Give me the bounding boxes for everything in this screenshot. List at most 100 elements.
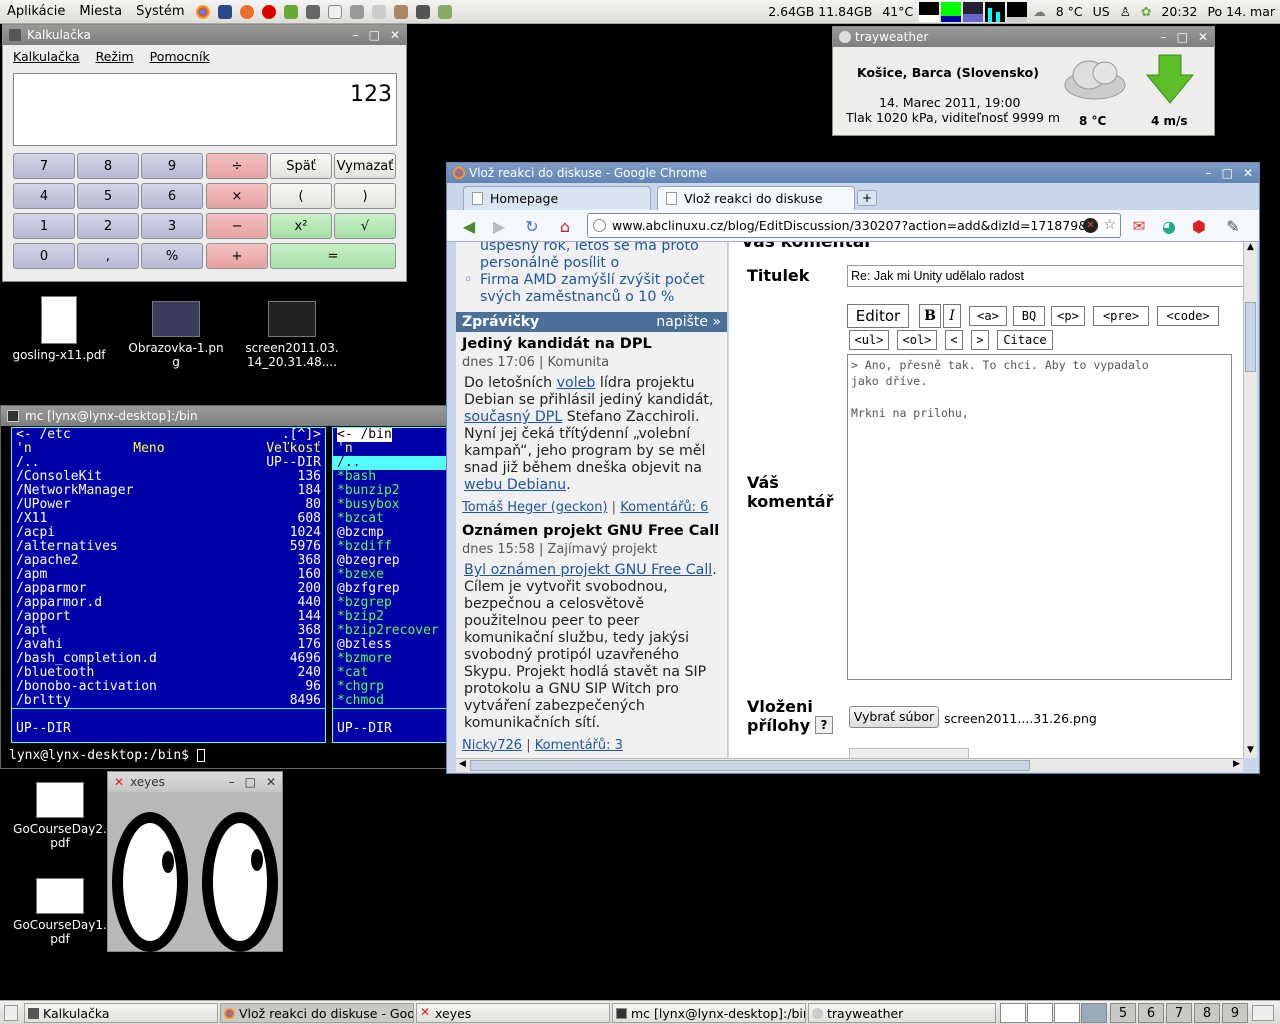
btn-plus[interactable]: + bbox=[206, 243, 268, 269]
update-icon[interactable]: ✿ bbox=[1136, 4, 1156, 19]
user-icon[interactable]: ♙ bbox=[1115, 4, 1136, 19]
calculator-titlebar[interactable]: Kalkulačka – □ ✕ bbox=[3, 25, 406, 45]
task-xeyes[interactable]: ✕ xeyes bbox=[416, 1003, 610, 1023]
btn-2[interactable]: 2 bbox=[77, 213, 139, 239]
tab-active-discussion[interactable]: Vlož reakci do diskuse bbox=[657, 186, 855, 210]
desktop-icon-gosling-pdf[interactable]: gosling-x11.pdf bbox=[4, 296, 114, 362]
mc-file-row[interactable]: *chgrp bbox=[333, 680, 448, 694]
btn-7[interactable]: 7 bbox=[13, 153, 75, 179]
btn-clear[interactable]: Vymazať bbox=[334, 153, 396, 179]
desktop-icon-gocourseday2-pdf[interactable]: GoCourseDay2.pdf bbox=[5, 782, 115, 850]
tab-homepage[interactable]: Homepage bbox=[463, 186, 651, 210]
mc-file-row[interactable]: /apache2 368 bbox=[12, 554, 325, 568]
maximize-icon[interactable]: □ bbox=[369, 28, 380, 42]
address-bar[interactable]: www.abclinuxu.cz/blog/EditDiscussion/330… bbox=[587, 213, 1121, 238]
btn-9[interactable]: 9 bbox=[141, 153, 203, 179]
news-title[interactable]: Jediný kandidát na DPL bbox=[462, 336, 721, 352]
pidgin-launcher-icon[interactable] bbox=[283, 4, 298, 19]
maximize-icon[interactable]: □ bbox=[1222, 166, 1233, 180]
link-gnu-free-call[interactable]: Byl oznámen projekt GNU Free Call bbox=[464, 562, 712, 578]
workspace-5[interactable]: 5 bbox=[1110, 1003, 1136, 1023]
submit-button-partial[interactable] bbox=[849, 748, 969, 758]
mc-file-row[interactable]: @bzegrep bbox=[333, 554, 448, 568]
mc-file-row[interactable]: *bzexe bbox=[333, 568, 448, 582]
mc-file-row[interactable]: *bzmore bbox=[333, 652, 448, 666]
task-calculator[interactable]: Kalkulačka bbox=[24, 1003, 218, 1023]
maximize-icon[interactable]: □ bbox=[1177, 30, 1188, 44]
gimp-launcher-icon[interactable] bbox=[393, 4, 408, 19]
btn-equals[interactable]: = bbox=[270, 243, 396, 269]
minimize-icon[interactable]: – bbox=[1161, 30, 1167, 44]
show-desktop-icon[interactable] bbox=[4, 1005, 18, 1021]
horizontal-scrollbar[interactable]: ◀ ▶ bbox=[456, 758, 1243, 772]
btn-4[interactable]: 4 bbox=[13, 183, 75, 209]
news-title[interactable]: Oznámen projekt GNU Free Call bbox=[462, 523, 721, 539]
mc-file-row[interactable]: /bash_completion.d 4696 bbox=[12, 652, 325, 666]
mc-left-corner[interactable]: .[^]> bbox=[282, 428, 321, 442]
vertical-scrollbar[interactable]: ▲ ▼ bbox=[1243, 242, 1257, 758]
mc-file-row[interactable]: *bzcat bbox=[333, 512, 448, 526]
btn-6[interactable]: 6 bbox=[141, 183, 203, 209]
btn-3[interactable]: 3 bbox=[141, 213, 203, 239]
notes-launcher-icon[interactable] bbox=[327, 4, 342, 19]
terminal-launcher-icon[interactable] bbox=[217, 4, 232, 19]
mc-left-panel[interactable]: <- /etc .[^]> 'n Meno Veľkosť /.. UP--DIR/Co… bbox=[11, 427, 326, 743]
menu-system[interactable]: Systém bbox=[129, 4, 191, 19]
panel-weather-temp[interactable]: 8 °C bbox=[1051, 4, 1088, 19]
scroll-right-icon[interactable]: ▶ bbox=[1230, 759, 1243, 772]
link-button[interactable]: <a> bbox=[969, 306, 1007, 326]
minimize-icon[interactable]: – bbox=[229, 775, 235, 789]
back-icon[interactable]: ◀ bbox=[459, 216, 479, 236]
task-mc[interactable]: mc [lynx@lynx-desktop]:/bin bbox=[612, 1003, 806, 1023]
mc-file-row[interactable]: @bzfgrep bbox=[333, 582, 448, 596]
mc-file-row[interactable]: /brltty 8496 bbox=[12, 694, 325, 708]
mc-file-row[interactable]: /ConsoleKit 136 bbox=[12, 470, 325, 484]
write-news-link[interactable]: napište » bbox=[656, 312, 721, 332]
mc-file-row[interactable]: /apm 160 bbox=[12, 568, 325, 582]
media-launcher-icon[interactable] bbox=[371, 4, 386, 19]
link-elections[interactable]: voleb bbox=[557, 375, 596, 391]
task-chrome[interactable]: Vlož reakci do diskuse - Goog bbox=[220, 1003, 414, 1023]
mc-titlebar[interactable]: mc [lynx@lynx-desktop]:/bin bbox=[1, 406, 446, 426]
minimize-icon[interactable]: – bbox=[1206, 166, 1212, 180]
opera-launcher-icon[interactable] bbox=[261, 4, 276, 19]
mc-command-line[interactable]: lynx@lynx-desktop:/bin$ bbox=[9, 748, 205, 763]
close-icon[interactable]: ✕ bbox=[390, 28, 400, 42]
workspace-8[interactable]: 8 bbox=[1194, 1003, 1220, 1023]
mc-file-row[interactable]: @bzcmp bbox=[333, 526, 448, 540]
mc-file-row[interactable]: /apparmor 200 bbox=[12, 582, 325, 596]
comment-textarea[interactable]: > Ano, přesně tak. To chci. Aby to vypad… bbox=[847, 354, 1232, 680]
btn-0[interactable]: 0 bbox=[13, 243, 75, 269]
stop-icon[interactable]: ✕ bbox=[1083, 218, 1098, 233]
new-tab-icon[interactable]: + bbox=[857, 190, 877, 206]
trash-icon[interactable] bbox=[1252, 1005, 1274, 1021]
mc-file-row[interactable]: *busybox bbox=[333, 498, 448, 512]
pre-button[interactable]: <pre> bbox=[1093, 306, 1149, 326]
btn-backspace[interactable]: Späť bbox=[270, 153, 332, 179]
btn-open-paren[interactable]: ( bbox=[270, 183, 332, 209]
mc-file-row[interactable]: @bzless bbox=[333, 638, 448, 652]
mc-file-row[interactable]: /bonobo-activation 96 bbox=[12, 680, 325, 694]
btn-sqrt[interactable]: √ bbox=[334, 213, 396, 239]
firefox-launcher-icon[interactable] bbox=[239, 4, 254, 19]
link-debian-web[interactable]: webu Debianu bbox=[464, 477, 566, 493]
paragraph-button[interactable]: <p> bbox=[1051, 306, 1085, 326]
task-trayweather[interactable]: trayweather bbox=[808, 1003, 996, 1023]
minimize-icon[interactable]: – bbox=[353, 28, 359, 42]
bookmark-star-icon[interactable]: ☆ bbox=[1103, 214, 1116, 237]
mc-file-row[interactable]: *bzip2 bbox=[333, 610, 448, 624]
btn-decimal[interactable]: , bbox=[77, 243, 139, 269]
mc-file-row[interactable]: /alternatives 5976 bbox=[12, 540, 325, 554]
btn-5[interactable]: 5 bbox=[77, 183, 139, 209]
code-button[interactable]: <code> bbox=[1157, 306, 1219, 326]
date[interactable]: Po 14. mar bbox=[1202, 4, 1280, 19]
gmail-icon[interactable]: ✉ bbox=[1129, 216, 1149, 236]
workspace-6[interactable]: 6 bbox=[1138, 1003, 1164, 1023]
mc-file-row[interactable]: *bash bbox=[333, 470, 448, 484]
news-author[interactable]: Nicky726 bbox=[462, 738, 522, 753]
btn-multiply[interactable]: × bbox=[206, 183, 268, 209]
blockquote-button[interactable]: BQ bbox=[1013, 306, 1045, 326]
mc-file-row[interactable]: /.. bbox=[333, 456, 448, 470]
btn-divide[interactable]: ÷ bbox=[206, 153, 268, 179]
menu-calculator[interactable]: Kalkulačka bbox=[3, 49, 88, 64]
